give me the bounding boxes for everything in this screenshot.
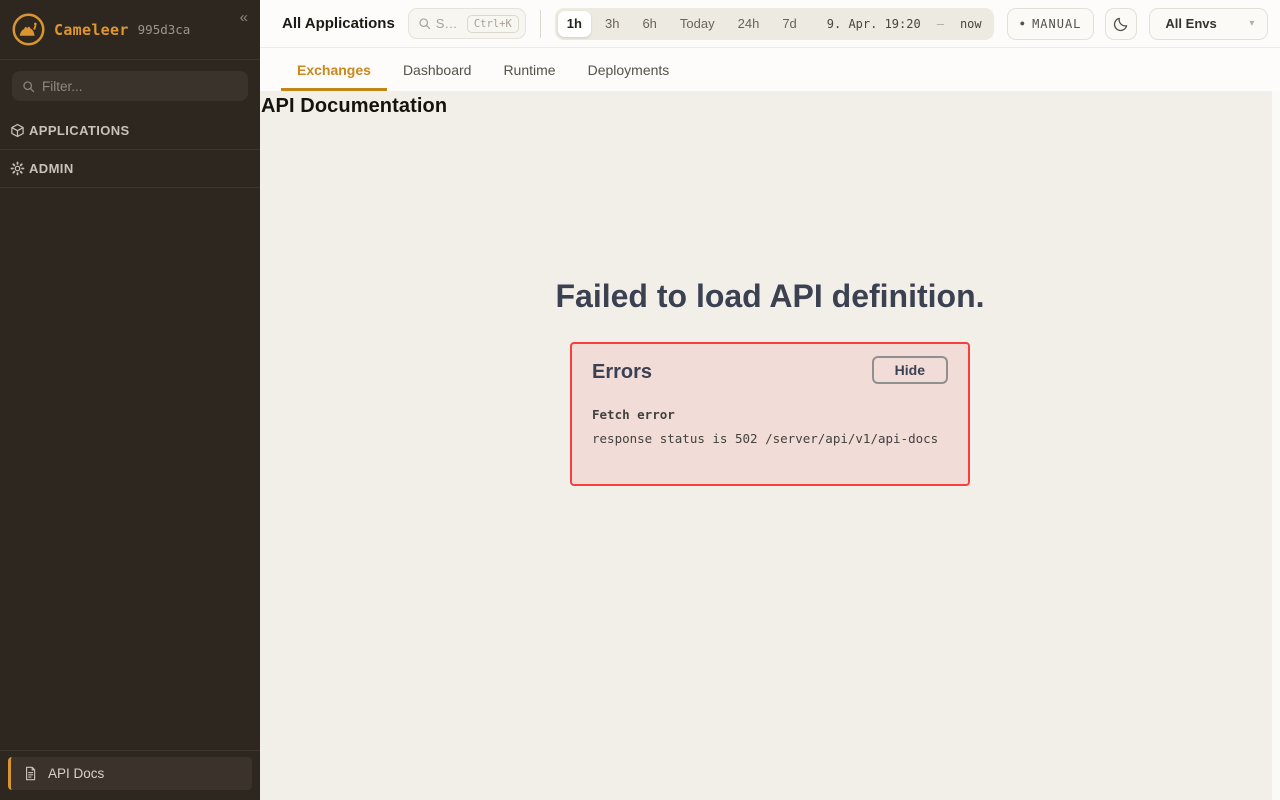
- main-column: All Applications Ctrl+K 1h 3h 6h Today 2…: [260, 0, 1280, 800]
- api-load-failure-message: Failed to load API definition.: [260, 278, 1280, 315]
- brand-name: Cameleer: [54, 21, 129, 39]
- sidebar-brand: Cameleer 995d3ca: [0, 0, 260, 60]
- hide-errors-button[interactable]: Hide: [872, 356, 948, 384]
- tab-exchanges[interactable]: Exchanges: [281, 48, 387, 91]
- time-separator: —: [937, 17, 944, 31]
- environment-select-value: All Envs: [1165, 16, 1216, 31]
- cube-icon: [10, 123, 25, 138]
- errors-panel: Errors Hide Fetch error response status …: [570, 342, 970, 486]
- errors-panel-header: Errors Hide: [592, 356, 948, 384]
- time-range-24h[interactable]: 24h: [729, 11, 769, 37]
- error-name: Fetch error: [592, 407, 948, 422]
- sidebar-collapse-button[interactable]: «: [236, 6, 252, 29]
- search-icon: [418, 17, 431, 30]
- refresh-mode-button[interactable]: ● MANUAL: [1007, 8, 1095, 40]
- time-range-7d[interactable]: 7d: [773, 11, 805, 37]
- tab-runtime[interactable]: Runtime: [487, 48, 571, 91]
- error-message: response status is 502 /server/api/v1/ap…: [592, 431, 948, 446]
- sidebar-item-api-docs[interactable]: API Docs: [8, 757, 252, 790]
- tab-deployments[interactable]: Deployments: [572, 48, 686, 91]
- errors-panel-title: Errors: [592, 356, 652, 384]
- page-title: API Documentation: [261, 95, 1280, 118]
- sidebar-spacer: [0, 188, 260, 750]
- environment-select[interactable]: All Envs ▾: [1149, 8, 1268, 40]
- time-range-today[interactable]: Today: [671, 11, 724, 37]
- tab-dashboard[interactable]: Dashboard: [387, 48, 488, 91]
- chevron-down-icon: ▾: [1249, 18, 1254, 29]
- document-icon: [23, 766, 38, 781]
- brand-version-hash: 995d3ca: [138, 22, 191, 37]
- status-dot-icon: ●: [1020, 19, 1025, 28]
- camel-logo-icon: [12, 13, 45, 46]
- sidebar-section-label: ADMIN: [29, 161, 74, 176]
- time-range-6h[interactable]: 6h: [633, 11, 665, 37]
- search-shortcut-badge: Ctrl+K: [467, 15, 519, 33]
- swagger-ui-section: Failed to load API definition. Errors Hi…: [260, 278, 1280, 486]
- sidebar: Cameleer 995d3ca « APPLICATIONS ADMIN: [0, 0, 260, 800]
- header-divider: [540, 10, 541, 38]
- moon-icon: [1113, 15, 1130, 32]
- sidebar-section-label: APPLICATIONS: [29, 123, 130, 138]
- filter-input[interactable]: [42, 79, 238, 94]
- time-range-group: 1h 3h 6h Today 24h 7d 9. Apr. 19:20 — no…: [555, 8, 994, 40]
- sidebar-section-applications[interactable]: APPLICATIONS: [0, 112, 260, 150]
- tab-bar: Exchanges Dashboard Runtime Deployments: [260, 48, 1280, 91]
- refresh-mode-label: MANUAL: [1032, 17, 1081, 31]
- time-range-3h[interactable]: 3h: [596, 11, 628, 37]
- sidebar-section-admin[interactable]: ADMIN: [0, 150, 260, 188]
- search-input[interactable]: [436, 16, 462, 31]
- gear-icon: [10, 161, 25, 176]
- time-from-value[interactable]: 9. Apr. 19:20: [827, 17, 921, 31]
- dark-mode-toggle-button[interactable]: [1105, 8, 1137, 40]
- search-icon: [22, 80, 35, 93]
- top-bar: All Applications Ctrl+K 1h 3h 6h Today 2…: [260, 0, 1280, 48]
- content-area: API Documentation Failed to load API def…: [260, 91, 1280, 800]
- scope-label: All Applications: [282, 15, 395, 32]
- global-search[interactable]: Ctrl+K: [408, 8, 526, 39]
- scrollbar-track[interactable]: [1272, 91, 1280, 800]
- sidebar-filter: [12, 71, 248, 101]
- time-range-1h[interactable]: 1h: [558, 11, 591, 37]
- sidebar-bottom: API Docs: [0, 750, 260, 800]
- time-to-value[interactable]: now: [960, 17, 982, 31]
- sidebar-item-label: API Docs: [48, 766, 104, 781]
